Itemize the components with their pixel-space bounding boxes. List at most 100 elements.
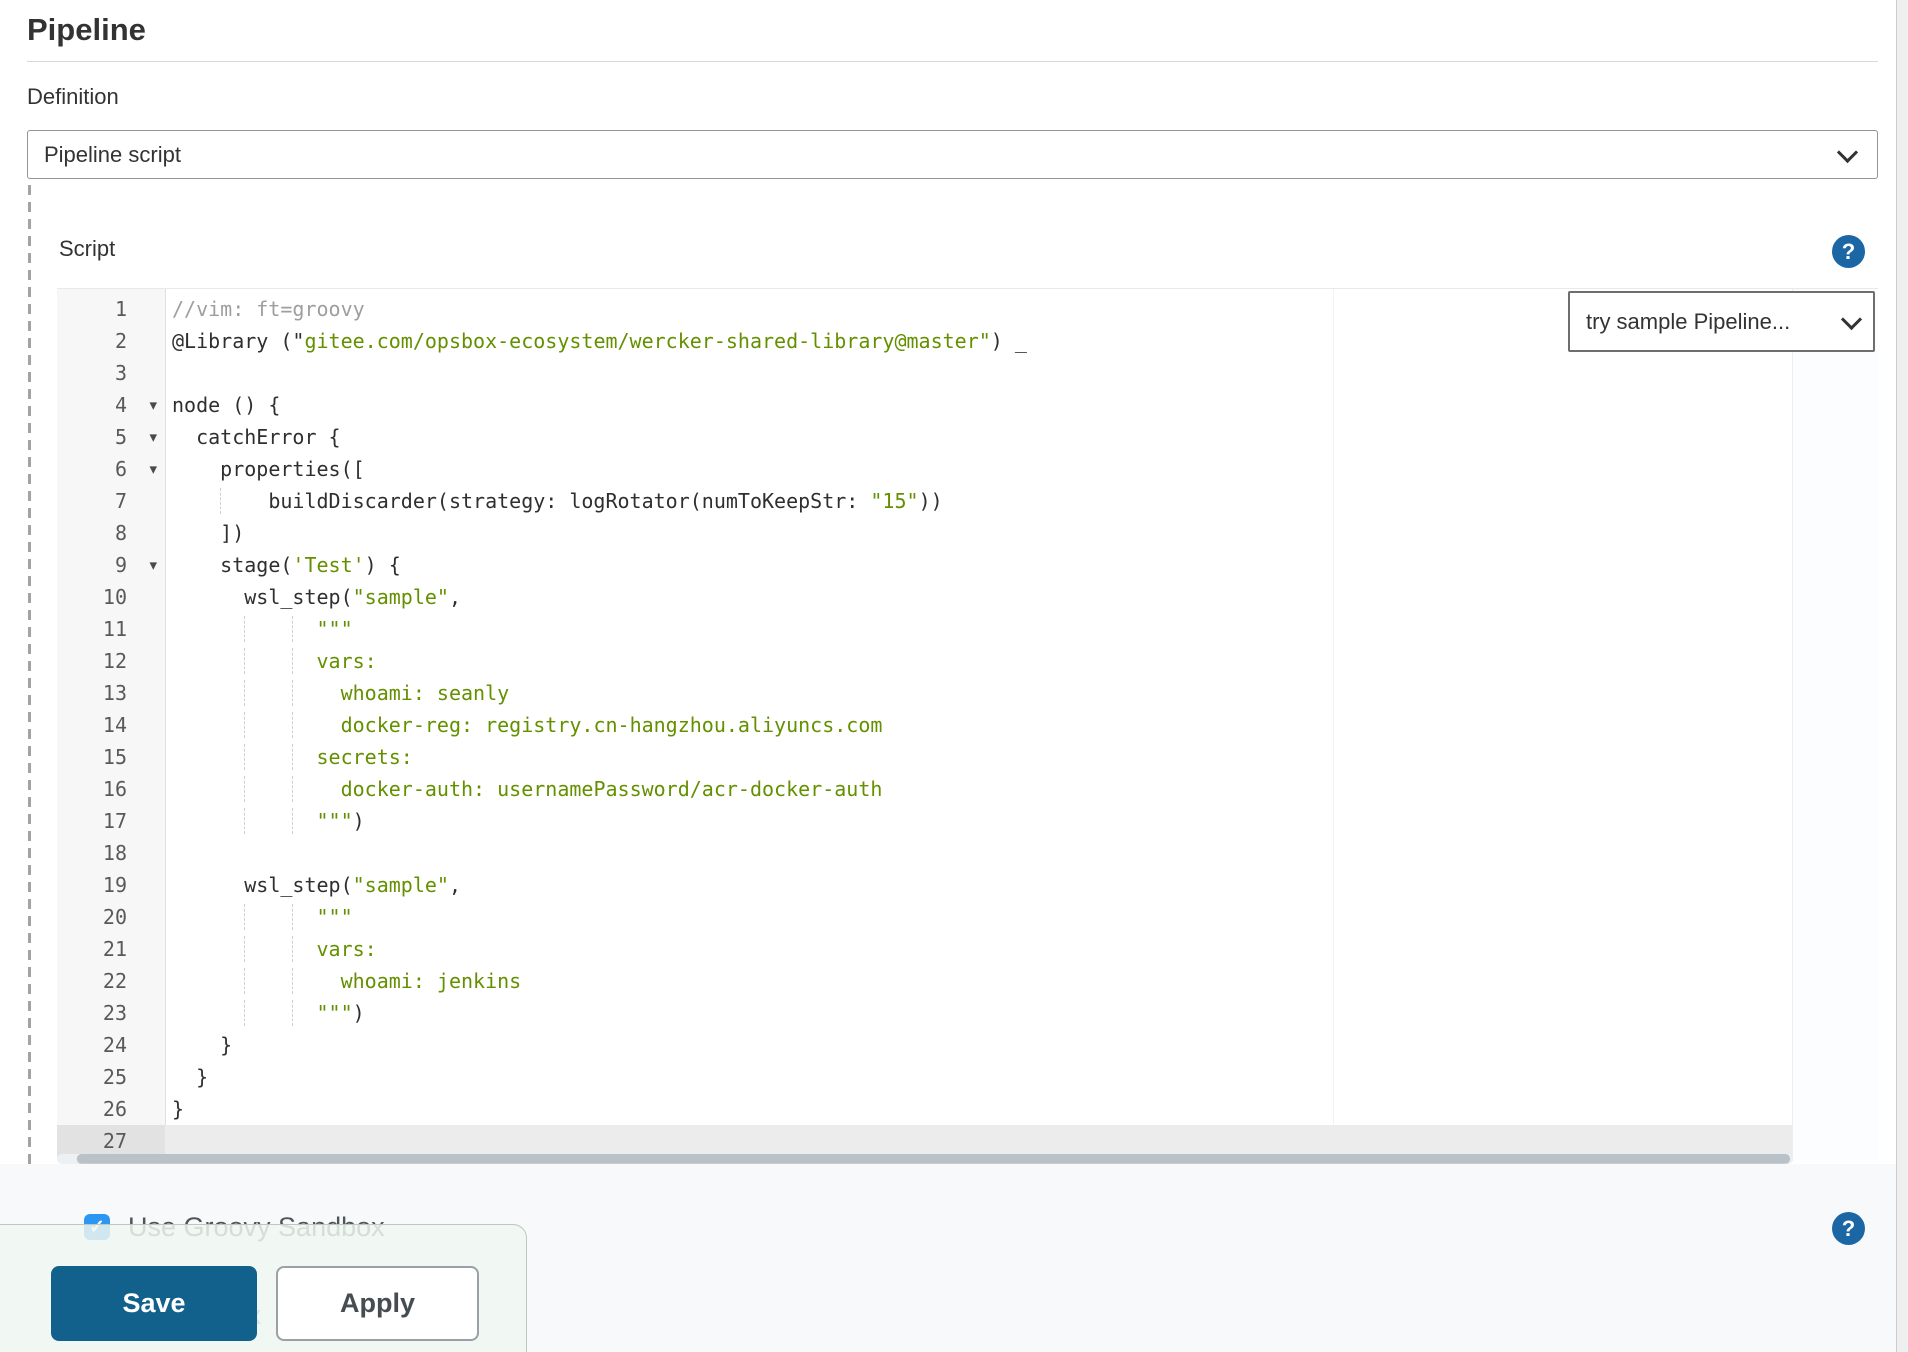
code-line[interactable]: 21 vars:	[57, 933, 1792, 965]
help-icon-sandbox[interactable]: ?	[1832, 1212, 1865, 1245]
code-line-text: wsl_step("sample",	[172, 585, 461, 609]
code-line[interactable]: 19 wsl_step("sample",	[57, 869, 1792, 901]
code-area[interactable]: 1 //vim: ft=groovy 2 @Library ("gitee.com/o…	[57, 289, 1793, 1161]
code-line[interactable]: 10 wsl_step("sample",	[57, 581, 1792, 613]
line-number: 6 ▾	[57, 453, 165, 485]
line-number: 7	[114, 489, 127, 513]
code-line[interactable]: 4 ▾ node () {	[57, 389, 1792, 421]
indent-guide	[244, 776, 246, 802]
sample-pipeline-select[interactable]: try sample Pipeline...	[1568, 291, 1875, 352]
indent-guide	[220, 488, 222, 514]
code-line-text	[165, 837, 1792, 869]
code-line[interactable]: 11 """	[57, 613, 1792, 645]
fold-arrow-icon[interactable]: ▾	[149, 549, 157, 581]
code-line[interactable]: 23 """)	[57, 997, 1792, 1029]
code-line[interactable]: 1 //vim: ft=groovy	[57, 293, 1792, 325]
code-line-text: secrets:	[165, 741, 1792, 773]
line-number: 16	[102, 777, 127, 801]
line-number: 14	[102, 713, 127, 737]
indent-guide	[292, 744, 294, 770]
help-icon-script[interactable]: ?	[1832, 235, 1865, 268]
page-title: Pipeline	[27, 12, 146, 47]
definition-select-value: Pipeline script	[44, 141, 181, 167]
definition-label: Definition	[27, 84, 119, 109]
code-line-text: }	[172, 1097, 185, 1121]
indent-guide	[244, 904, 246, 930]
code-line-text: """)	[165, 997, 1792, 1029]
script-editor[interactable]: 1 //vim: ft=groovy 2 @Library ("gitee.com/o…	[57, 288, 1878, 1161]
fold-arrow-icon[interactable]: ▾	[149, 389, 157, 421]
code-line[interactable]: 5 ▾ catchError {	[57, 421, 1792, 453]
indent-guide	[244, 680, 246, 706]
code-line-text	[165, 357, 1792, 389]
definition-select[interactable]: Pipeline script	[27, 130, 1878, 179]
indent-guide	[244, 968, 246, 994]
apply-button[interactable]: Apply	[276, 1266, 479, 1341]
horizontal-scrollbar-thumb[interactable]	[77, 1154, 1790, 1163]
chevron-down-icon	[1836, 141, 1859, 163]
code-line-text: vars:	[165, 645, 1792, 677]
indent-guide	[292, 968, 294, 994]
code-line-text: ])	[172, 521, 245, 545]
indent-guide	[292, 1000, 294, 1026]
code-line[interactable]: 14 docker-reg: registry.cn-hangzhou.aliy…	[57, 709, 1792, 741]
code-line[interactable]: 25 }	[57, 1061, 1792, 1093]
fold-arrow-icon[interactable]: ▾	[149, 421, 157, 453]
line-number: 20	[102, 905, 127, 929]
code-line-text: node () {	[172, 393, 281, 417]
code-line[interactable]: 3	[57, 357, 1792, 389]
line-number: 4 ▾	[57, 389, 165, 421]
line-number: 10	[102, 585, 127, 609]
code-line[interactable]: 7 buildDiscarder(strategy: logRotator(nu…	[57, 485, 1792, 517]
code-line[interactable]: 20 """	[57, 901, 1792, 933]
line-number: 12	[102, 649, 127, 673]
code-line[interactable]: 6 ▾ properties([	[57, 453, 1792, 485]
title-divider	[27, 61, 1878, 62]
chevron-down-icon	[1840, 308, 1863, 330]
code-line-text: //vim: ft=groovy	[172, 297, 365, 321]
code-line[interactable]: 9 ▾ stage('Test') {	[57, 549, 1792, 581]
code-line[interactable]: 12 vars:	[57, 645, 1792, 677]
line-number: 3	[114, 361, 127, 385]
code-line-text: vars:	[165, 933, 1792, 965]
code-line[interactable]: 24 }	[57, 1029, 1792, 1061]
code-line[interactable]: 8 ])	[57, 517, 1792, 549]
line-number: 13	[102, 681, 127, 705]
code-line[interactable]: 18	[57, 837, 1792, 869]
indent-guide	[292, 808, 294, 834]
code-line-text: """	[165, 901, 1792, 933]
code-line[interactable]: 15 secrets:	[57, 741, 1792, 773]
line-number: 26	[102, 1097, 127, 1121]
code-line[interactable]: 27	[57, 1125, 1792, 1157]
code-line-text: buildDiscarder(strategy: logRotator(numT…	[172, 488, 943, 514]
code-line[interactable]: 16 docker-auth: usernamePassword/acr-doc…	[57, 773, 1792, 805]
code-line-text: @Library ("gitee.com/opsbox-ecosystem/we…	[172, 329, 1027, 353]
indent-guide	[292, 904, 294, 930]
indent-guide	[244, 744, 246, 770]
code-line[interactable]: 13 whoami: seanly	[57, 677, 1792, 709]
code-line-text: docker-reg: registry.cn-hangzhou.aliyunc…	[165, 709, 1792, 741]
code-line-text: }	[172, 1065, 209, 1089]
indent-guide	[292, 776, 294, 802]
code-line[interactable]: 17 """)	[57, 805, 1792, 837]
code-line[interactable]: 2 @Library ("gitee.com/opsbox-ecosystem/w…	[57, 325, 1792, 357]
indent-guide	[292, 648, 294, 674]
line-number: 19	[102, 873, 127, 897]
line-number: 1	[114, 297, 127, 321]
save-button[interactable]: Save	[51, 1266, 257, 1341]
code-lines: 1 //vim: ft=groovy 2 @Library ("gitee.com/o…	[57, 293, 1792, 1157]
code-line[interactable]: 22 whoami: jenkins	[57, 965, 1792, 997]
sample-pipeline-select-value: try sample Pipeline...	[1586, 308, 1791, 334]
page-scrollbar[interactable]	[1896, 0, 1908, 1352]
script-label: Script	[59, 236, 116, 261]
indent-guide	[244, 808, 246, 834]
line-number: 24	[102, 1033, 127, 1057]
line-number: 21	[102, 937, 127, 961]
code-line[interactable]: 26}	[57, 1093, 1792, 1125]
code-line-text: """	[165, 613, 1792, 645]
line-number: 2	[114, 329, 127, 353]
indent-guide	[244, 936, 246, 962]
fold-arrow-icon[interactable]: ▾	[149, 453, 157, 485]
line-number: 11	[102, 617, 127, 641]
line-number: 25	[102, 1065, 127, 1089]
